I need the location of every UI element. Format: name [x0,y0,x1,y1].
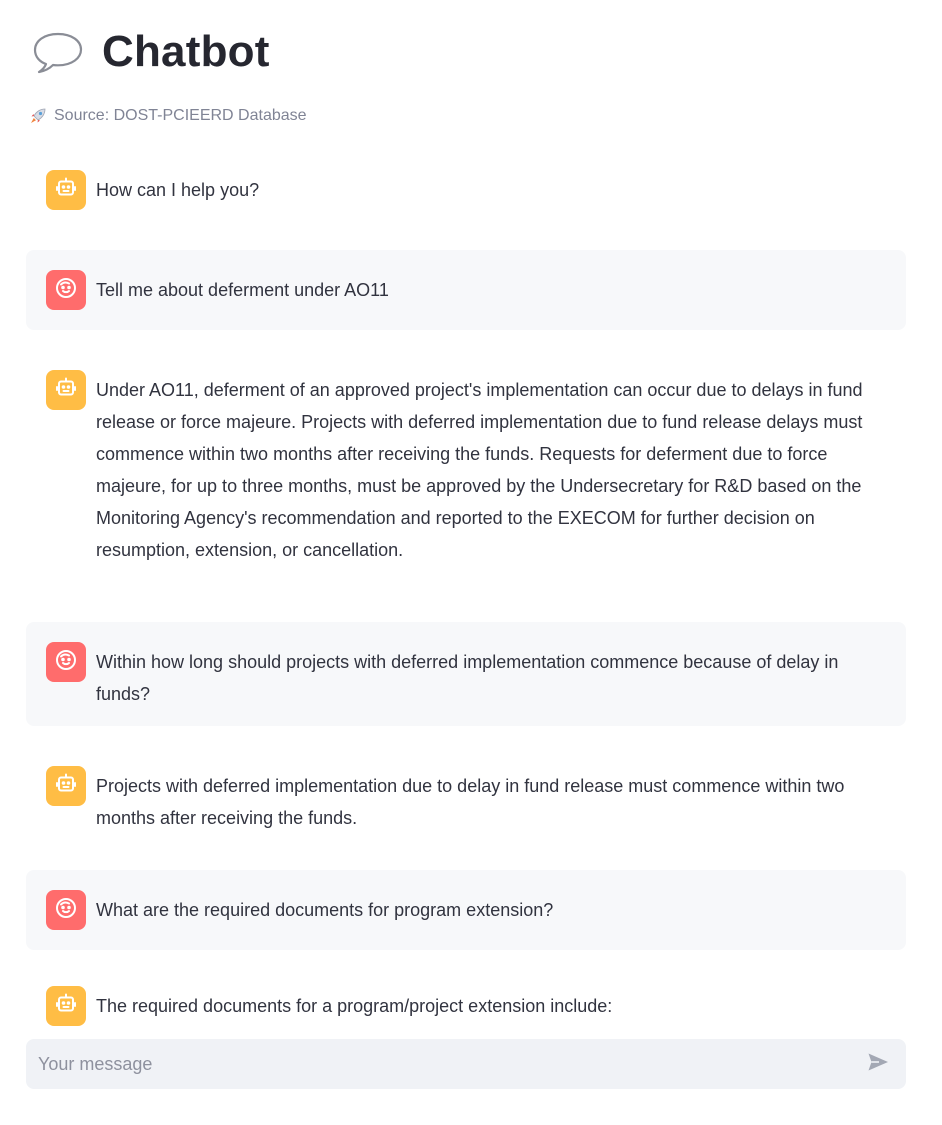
message-input[interactable] [36,1052,862,1076]
assistant-message: The required documents for a program/pro… [26,966,906,1046]
assistant-avatar [46,986,86,1026]
chat-input-bar [26,1039,906,1089]
message-text: Projects with deferred implementation du… [96,776,845,828]
user-message: Within how long should projects with def… [26,622,906,726]
robot-face-icon [54,376,78,405]
chat-page: Chatbot Source: DOST-PCIEERD Database Ho… [0,0,942,1125]
page-title: Chatbot [102,27,270,76]
smiling-face-icon [54,648,78,677]
page-header: Chatbot [30,24,270,80]
rocket-icon [28,106,48,126]
send-icon [866,1050,890,1079]
source-caption: Source: DOST-PCIEERD Database [28,106,307,126]
user-message: Tell me about deferment under AO11 [26,250,906,330]
smiling-face-icon [54,276,78,305]
send-button[interactable] [862,1048,894,1080]
robot-face-icon [54,176,78,205]
message-text: Within how long should projects with def… [96,652,839,704]
user-avatar [46,270,86,310]
caption-text: Source: DOST-PCIEERD Database [54,107,307,124]
assistant-message: Projects with deferred implementation du… [26,746,906,850]
robot-face-icon [54,772,78,801]
message-text: The required documents for a program/pro… [96,996,613,1016]
message-text: How can I help you? [96,180,260,200]
assistant-avatar [46,766,86,806]
assistant-message: How can I help you? [26,150,906,230]
assistant-avatar [46,370,86,410]
message-text: Tell me about deferment under AO11 [96,280,389,300]
smiling-face-icon [54,896,78,925]
user-avatar [46,642,86,682]
speech-bubble-icon [30,28,88,76]
message-text: Under AO11, deferment of an approved pro… [96,380,863,560]
assistant-message: Under AO11, deferment of an approved pro… [26,350,906,602]
assistant-avatar [46,170,86,210]
chat-messages: How can I help you? Tell me about deferm… [26,150,906,1046]
robot-face-icon [54,992,78,1021]
user-avatar [46,890,86,930]
message-text: What are the required documents for prog… [96,900,554,920]
user-message: What are the required documents for prog… [26,870,906,950]
